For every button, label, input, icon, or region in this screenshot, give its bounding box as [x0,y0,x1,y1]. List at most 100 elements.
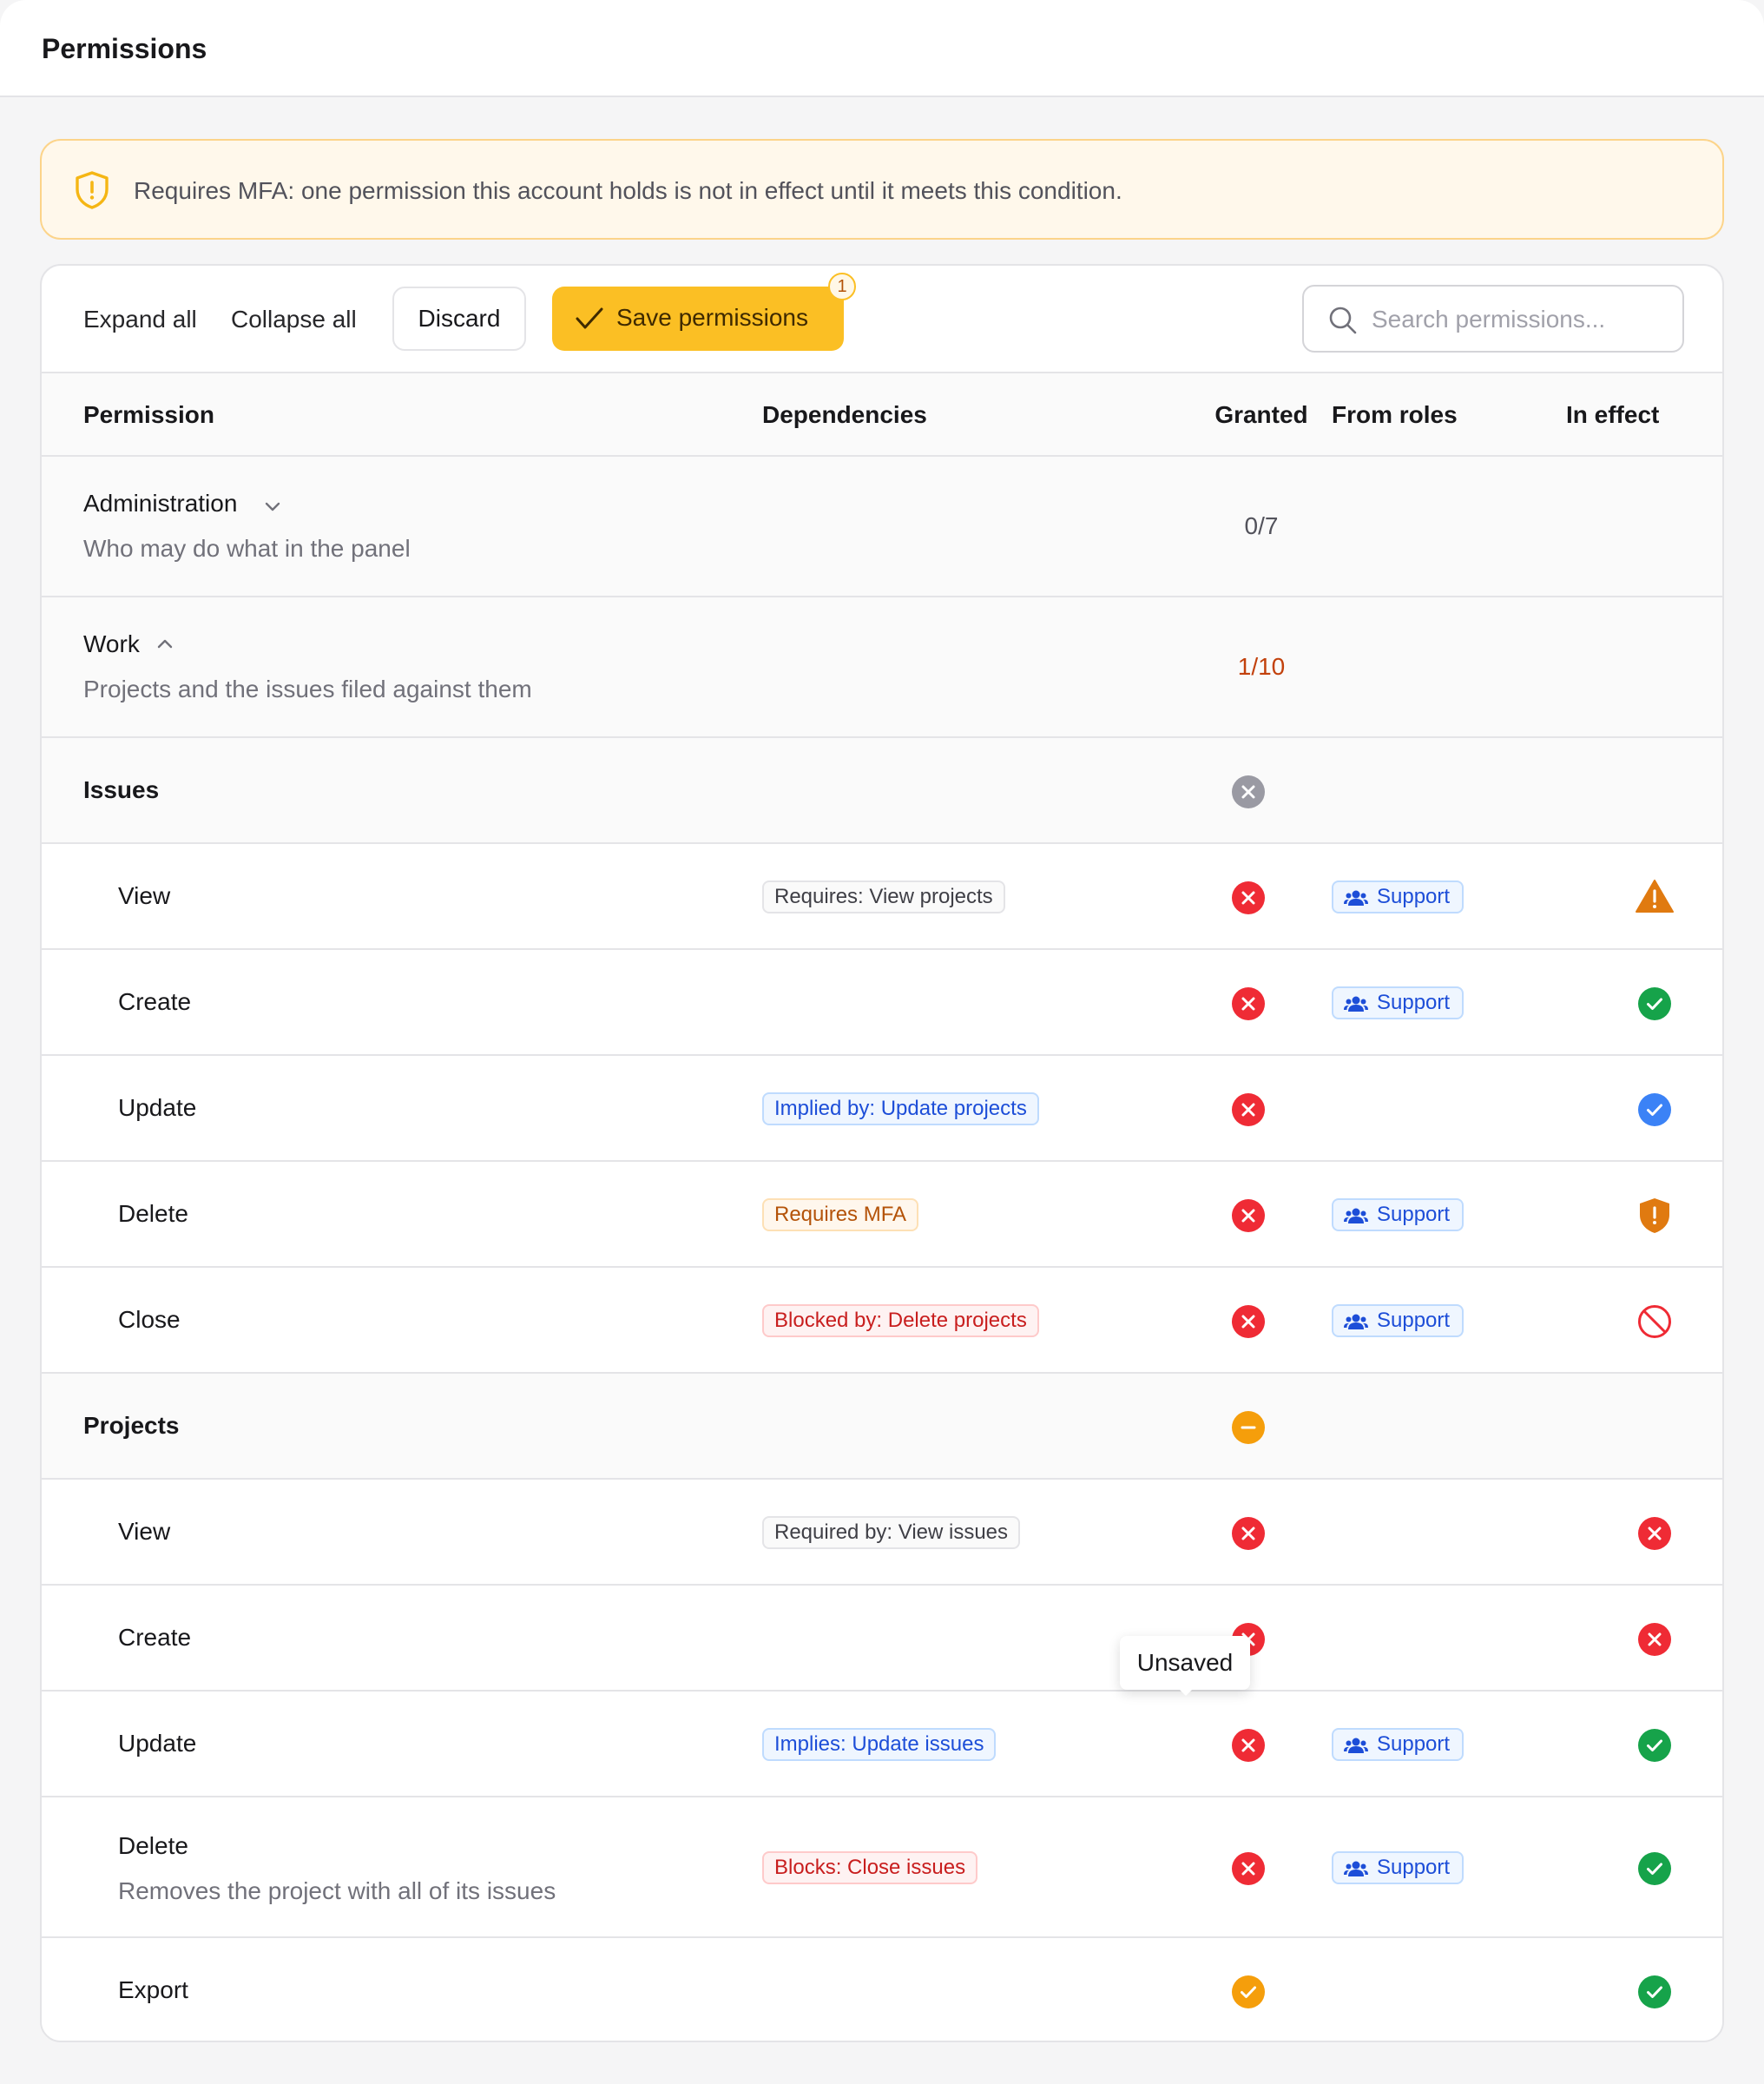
unsaved-count-badge: 1 [828,273,856,300]
role-tag-support[interactable]: Support [1332,1198,1464,1231]
group-name: Work [83,630,140,657]
chevron-down-icon[interactable] [264,500,281,512]
shield-alert-icon [76,171,109,209]
page-title: Permissions [42,33,207,64]
denied-x-icon[interactable] [1231,1851,1266,1886]
section-row-issues: Issues [42,738,1722,844]
denied-x-icon[interactable] [1231,1304,1266,1339]
group-name: Administration [83,490,238,517]
partial-granted-icon[interactable] [1231,1410,1266,1445]
page-header: Permissions [0,0,1764,97]
role-name: Support [1377,885,1451,908]
role-name: Support [1377,1856,1451,1879]
none-granted-icon[interactable] [1231,775,1266,809]
permission-row-projects-view: View Required by: View issues [42,1480,1722,1586]
role-name: Support [1377,991,1451,1014]
dependency-tag[interactable]: Blocks: Close issues [762,1851,978,1884]
granted-check-icon[interactable] [1637,1975,1672,2009]
dependency-tag[interactable]: Blocked by: Delete projects [762,1304,1039,1337]
permission-name: Create [118,1624,192,1651]
save-permissions-label: Save permissions [616,304,808,331]
denied-x-icon[interactable] [1231,1516,1266,1551]
dependency-tag[interactable]: Requires: View projects [762,880,1005,913]
role-name: Support [1377,1309,1451,1332]
mfa-warning-banner: Requires MFA: one permission this accoun… [40,139,1724,240]
requires-mfa-shield-icon[interactable] [1637,1197,1672,1235]
granted-check-icon[interactable] [1637,1851,1672,1886]
chevron-up-icon[interactable] [156,637,174,650]
expand-all-button[interactable]: Expand all [83,306,197,333]
denied-x-icon[interactable] [1231,1198,1266,1233]
users-icon [1344,996,1368,1012]
denied-x-icon[interactable] [1637,1622,1672,1657]
role-name: Support [1377,1732,1451,1756]
permission-row-issues-update: Update Implied by: Update projects [42,1056,1722,1162]
permission-row-issues-close: Close Blocked by: Delete projects Suppor… [42,1268,1722,1374]
users-icon [1344,1314,1368,1329]
permission-row-issues-create: Create Support [42,950,1722,1056]
column-from-roles: From roles [1332,401,1458,428]
permission-row-issues-delete: Delete Requires MFA Support [42,1162,1722,1268]
permission-row-projects-create: Create [42,1586,1722,1692]
users-icon [1344,1861,1368,1876]
permission-name: Delete [118,1200,188,1227]
permissions-page: Permissions Requires MFA: one permission… [0,0,1764,2084]
granted-check-icon[interactable] [1637,1728,1672,1763]
denied-x-icon[interactable] [1231,986,1266,1021]
permission-name: Update [118,1730,197,1757]
unsaved-check-icon[interactable] [1231,1975,1266,2009]
permission-row-projects-update: Update Implies: Update issues Support [42,1692,1722,1797]
permission-name: View [118,1518,171,1545]
users-icon [1344,890,1368,906]
denied-x-icon[interactable] [1231,1092,1266,1127]
denied-x-icon[interactable] [1231,880,1266,915]
warning-triangle-icon[interactable] [1636,879,1674,913]
dependency-tag[interactable]: Implied by: Update projects [762,1092,1039,1125]
group-row-administration[interactable]: Administration Who may do what in the pa… [42,457,1722,597]
group-row-work[interactable]: Work Projects and the issues filed again… [42,597,1722,738]
banner-text: Requires MFA: one permission this accoun… [134,177,1122,204]
dependency-tag[interactable]: Requires MFA [762,1198,919,1231]
search-input[interactable] [1372,302,1667,337]
group-description: Projects and the issues filed against th… [83,676,532,702]
denied-x-icon[interactable] [1231,1728,1266,1763]
implied-check-icon[interactable] [1637,1092,1672,1127]
permission-name: Delete [118,1832,188,1859]
permission-name: Export [118,1976,188,2003]
role-tag-support[interactable]: Support [1332,986,1464,1019]
granted-check-icon[interactable] [1637,986,1672,1021]
denied-x-icon[interactable] [1637,1516,1672,1551]
save-permissions-button[interactable]: Save permissions [552,287,844,351]
permission-name: View [118,882,171,909]
column-permission: Permission [83,401,214,428]
discard-button[interactable]: Discard [392,287,526,351]
permission-row-projects-export: Export [42,1938,1722,2041]
role-tag-support[interactable]: Support [1332,880,1464,913]
group-description: Who may do what in the panel [83,535,411,562]
role-name: Support [1377,1203,1451,1226]
role-tag-support[interactable]: Support [1332,1728,1464,1761]
dependency-tag[interactable]: Required by: View issues [762,1516,1021,1549]
section-row-projects: Projects [42,1374,1722,1480]
permission-name: Close [118,1306,181,1333]
check-icon [576,307,603,329]
column-in-effect: In effect [1566,401,1660,428]
search-box [1302,285,1684,353]
permission-description: Removes the project with all of its issu… [118,1877,556,1904]
permission-name: Create [118,988,192,1015]
collapse-all-button[interactable]: Collapse all [231,306,357,333]
dependency-tag[interactable]: Implies: Update issues [762,1728,997,1761]
role-tag-support[interactable]: Support [1332,1851,1464,1884]
table-header: Permission Dependencies Granted From rol… [42,372,1722,457]
search-icon [1329,307,1357,334]
section-name: Projects [83,1412,180,1439]
role-tag-support[interactable]: Support [1332,1304,1464,1337]
permissions-card: Expand all Collapse all Discard Save per… [40,264,1724,2042]
permission-name: Update [118,1094,197,1121]
granted-count: 1/10 [1237,653,1286,680]
column-granted: Granted [1214,401,1308,428]
section-name: Issues [83,776,160,803]
blocked-icon[interactable] [1637,1304,1672,1339]
granted-count: 0/7 [1244,512,1279,539]
users-icon [1344,1738,1368,1753]
